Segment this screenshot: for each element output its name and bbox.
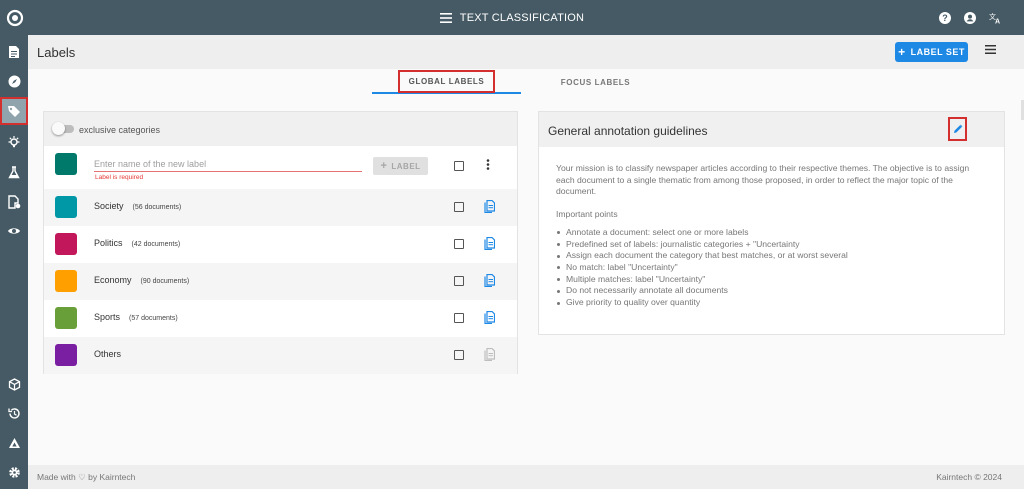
tab-focus-labels-label: FOCUS LABELS (560, 77, 631, 87)
label-text: Society (56 documents) (94, 201, 181, 211)
app-title-bar: TEXT CLASSIFICATION (0, 0, 1024, 35)
svg-text:A: A (995, 18, 1000, 24)
guidelines-document-icon[interactable] (484, 274, 495, 287)
edit-pencil-icon[interactable] (948, 117, 967, 141)
add-label-button[interactable]: + LABEL (373, 157, 428, 175)
footer-copyright: Kairntech © 2024 (936, 472, 1002, 482)
explore-icon[interactable] (2, 69, 26, 93)
guidelines-points-list: Annotate a document: select one or more … (556, 227, 988, 309)
label-checkbox[interactable] (454, 313, 464, 323)
guidelines-document-icon[interactable] (484, 237, 495, 250)
label-checkbox[interactable] (454, 239, 464, 249)
label-color-swatch[interactable] (55, 344, 77, 366)
new-label-row: Label is required + LABEL (44, 146, 517, 189)
label-checkbox[interactable] (454, 202, 464, 212)
label-checkbox[interactable] (454, 276, 464, 286)
label-name: Society (94, 201, 124, 211)
guidelines-body: Your mission is to classify newspaper ar… (539, 147, 1004, 309)
label-row[interactable]: Sports (57 documents) (44, 300, 517, 337)
new-label-color-swatch[interactable] (55, 153, 77, 175)
hamburger-icon[interactable] (439, 12, 452, 23)
account-icon[interactable] (964, 11, 976, 24)
guideline-point: Do not necessarily annotate all document… (556, 285, 988, 297)
guidelines-points-title: Important points (556, 209, 618, 220)
label-required-error: Label is required (95, 174, 144, 181)
exclusive-categories-label: exclusive categories (79, 125, 161, 135)
label-row[interactable]: Society (56 documents) (44, 189, 517, 226)
more-vert-icon[interactable] (486, 159, 490, 170)
tab-global-labels[interactable]: GLOBAL LABELS (372, 69, 521, 94)
sidebar (0, 35, 28, 489)
guidelines-card-header: General annotation guidelines (539, 112, 1004, 147)
label-row[interactable]: Economy (90 documents) (44, 263, 517, 300)
guideline-point: Assign each document the category that b… (556, 250, 988, 262)
top-bar: TEXT CLASSIFICATION ? 文A (0, 0, 1024, 35)
guidelines-title: General annotation guidelines (548, 124, 708, 138)
heart-icon: ♡ (78, 472, 86, 482)
tab-focus-labels[interactable]: FOCUS LABELS (521, 70, 670, 94)
plus-icon: + (898, 45, 906, 59)
menu-icon[interactable] (985, 45, 996, 54)
label-color-swatch[interactable] (55, 196, 77, 218)
label-text: Sports (57 documents) (94, 312, 178, 322)
label-checkbox[interactable] (454, 350, 464, 360)
cube-icon[interactable] (2, 372, 26, 396)
add-label-set-button[interactable]: + LABEL SET (895, 42, 968, 62)
label-text: Politics (42 documents) (94, 238, 180, 248)
label-name: Others (94, 349, 122, 359)
label-document-count: (90 documents) (140, 278, 190, 285)
label-text: Others (94, 349, 130, 359)
exclusive-categories-toggle[interactable] (52, 122, 74, 135)
add-label-set-label: LABEL SET (910, 47, 965, 57)
document-settings-icon[interactable] (2, 190, 26, 214)
guidelines-document-icon[interactable] (484, 200, 495, 213)
tab-global-labels-label: GLOBAL LABELS (397, 69, 496, 93)
guideline-point: Predefined set of labels: journalistic c… (556, 239, 988, 251)
footer-made-with-suffix: by Kairntech (88, 472, 136, 482)
translate-icon[interactable]: 文A (989, 12, 1002, 24)
guideline-point: Annotate a document: select one or more … (556, 227, 988, 239)
labels-card: exclusive categories Label is required +… (43, 111, 518, 374)
label-document-count: (57 documents) (129, 315, 178, 322)
label-color-swatch[interactable] (55, 270, 77, 292)
guidelines-card: General annotation guidelines Your missi… (538, 111, 1005, 335)
labels-icon[interactable] (0, 97, 28, 125)
history-icon[interactable] (2, 401, 26, 425)
guidelines-document-icon[interactable] (484, 311, 495, 324)
svg-text:?: ? (942, 13, 948, 23)
triangle-icon[interactable] (2, 431, 26, 455)
label-name: Economy (94, 275, 132, 285)
label-row[interactable]: Politics (42 documents) (44, 226, 517, 263)
guidelines-document-icon-disabled (484, 348, 495, 361)
guideline-point: No match: label "Uncertainty" (556, 262, 988, 274)
plus-icon: + (380, 160, 388, 172)
new-label-checkbox[interactable] (454, 161, 464, 171)
label-name: Sports (94, 312, 121, 322)
footer-made-with-prefix: Made with (37, 472, 76, 482)
documents-icon[interactable] (2, 40, 26, 64)
label-color-swatch[interactable] (55, 307, 77, 329)
gear-icon[interactable] (2, 460, 26, 484)
guideline-point: Multiple matches: label "Uncertainty" (556, 274, 988, 286)
experiments-icon[interactable] (2, 160, 26, 184)
new-label-name-input[interactable] (94, 156, 362, 172)
guideline-point: Give priority to quality over quantity (556, 297, 988, 309)
label-name: Politics (94, 238, 123, 248)
label-text: Economy (90 documents) (94, 275, 189, 285)
labels-card-header: exclusive categories (44, 112, 517, 146)
label-document-count: (42 documents) (131, 241, 181, 248)
page-header: Labels + LABEL SET (28, 35, 1024, 69)
label-row[interactable]: Others (44, 337, 517, 374)
label-document-count: (56 documents) (132, 204, 182, 211)
page-title: Labels (37, 45, 76, 60)
annotation-view-icon[interactable] (2, 219, 26, 243)
label-color-swatch[interactable] (55, 233, 77, 255)
footer: Made with ♡ by Kairntech Kairntech © 202… (28, 465, 1024, 489)
guidelines-intro: Your mission is to classify newspaper ar… (556, 163, 970, 197)
add-label-button-label: LABEL (391, 161, 421, 171)
suggestion-icon[interactable] (2, 130, 26, 154)
footer-made-with: Made with ♡ by Kairntech (37, 472, 135, 483)
app-title: TEXT CLASSIFICATION (459, 11, 585, 24)
help-icon[interactable]: ? (939, 11, 951, 24)
